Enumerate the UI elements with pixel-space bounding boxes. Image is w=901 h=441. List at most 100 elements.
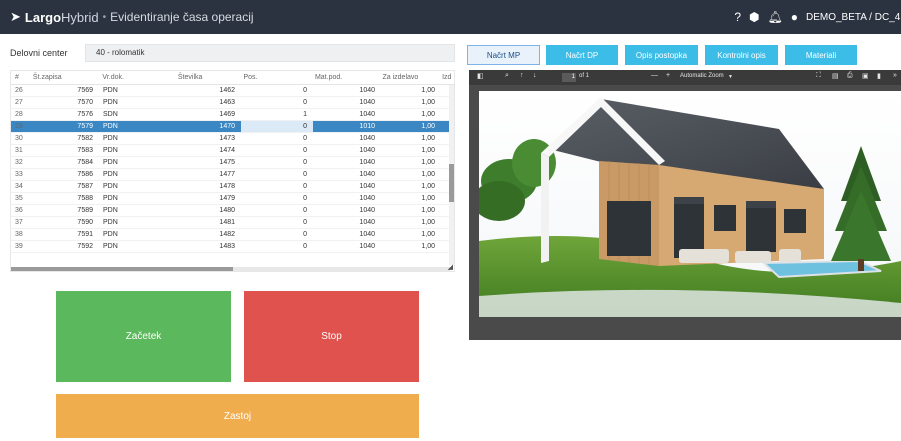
zoom-in-button[interactable]: +	[666, 72, 670, 79]
row-pos: 0	[303, 147, 307, 154]
row-num: 32	[15, 159, 23, 166]
user-name[interactable]: DEMO_BETA / DC_4	[806, 12, 901, 23]
tab-nacrt-mp[interactable]: Načrt MP	[467, 45, 540, 65]
row-vr-dok: PDN	[103, 87, 118, 94]
search-icon[interactable]: ⌕	[505, 72, 509, 80]
row-st-zapisa: 7587	[77, 183, 93, 190]
col-header-mat-pod[interactable]: Mat.pod.	[311, 71, 379, 84]
row-za-izdelavo: 1,00	[421, 207, 435, 214]
table-row[interactable]: 29 7579 PDN 1470 0 1010 1,00	[11, 121, 454, 133]
vertical-scrollbar[interactable]	[449, 85, 454, 265]
zoom-select[interactable]: Automatic Zoom	[680, 73, 724, 79]
table-row[interactable]: 39 7592 PDN 1483 0 1040 1,00	[11, 241, 454, 253]
row-stevilka: 1475	[219, 159, 235, 166]
previous-page-icon[interactable]: ↑	[520, 72, 524, 79]
tab-kontrolni-opis[interactable]: Kontrolni opis	[705, 45, 778, 65]
tab-opis-postopka[interactable]: Opis postopka	[625, 45, 698, 65]
brand-separator: •	[102, 11, 107, 23]
horizontal-scroll-thumb[interactable]	[11, 267, 233, 271]
row-num: 27	[15, 99, 23, 106]
row-num: 39	[15, 243, 23, 250]
table-row[interactable]: 37 7590 PDN 1481 0 1040 1,00	[11, 217, 454, 229]
table-row[interactable]: 28 7576 SDN 1469 1 1040 1,00	[11, 109, 454, 121]
tab-nacrt-dp[interactable]: Načrt DP	[546, 45, 618, 65]
row-pos: 0	[303, 195, 307, 202]
table-row[interactable]: 27 7570 PDN 1463 0 1040 1,00	[11, 97, 454, 109]
col-header-num[interactable]: #	[11, 71, 29, 84]
row-vr-dok: PDN	[103, 171, 118, 178]
next-page-icon[interactable]: ↓	[533, 72, 537, 79]
page-number-input[interactable]: 1	[562, 73, 576, 82]
bell-icon[interactable]: 🔔︎	[768, 10, 783, 24]
start-button[interactable]: Začetek	[56, 291, 231, 382]
row-num: 33	[15, 171, 23, 178]
table-row[interactable]: 35 7588 PDN 1479 0 1040 1,00	[11, 193, 454, 205]
row-stevilka: 1473	[219, 135, 235, 142]
save-icon[interactable]: ▣	[862, 72, 869, 80]
row-za-izdelavo: 1,00	[421, 195, 435, 202]
row-st-zapisa: 7569	[77, 87, 93, 94]
row-za-izdelavo: 1,00	[421, 99, 435, 106]
row-za-izdelavo: 1,00	[421, 135, 435, 142]
resize-handle-icon[interactable]: ◢	[448, 263, 453, 271]
fullscreen-icon[interactable]: ⛶	[816, 72, 821, 80]
open-file-icon[interactable]: ▤	[832, 72, 839, 80]
col-header-izd[interactable]: Izd	[438, 71, 454, 84]
row-st-zapisa: 7590	[77, 219, 93, 226]
box-icon[interactable]: ⬢	[749, 10, 759, 24]
page-title: Evidentiranje časa operacij	[110, 10, 254, 24]
more-tools-icon[interactable]: »	[893, 72, 897, 79]
table-row[interactable]: 36 7589 PDN 1480 0 1040 1,00	[11, 205, 454, 217]
house-image	[479, 91, 901, 317]
row-stevilka: 1463	[219, 99, 235, 106]
row-pos: 0	[303, 159, 307, 166]
row-mat-pod: 1040	[359, 99, 375, 106]
pdf-toolbar: ◧ ⌕ ↑ ↓ 1 of 1 — + Automatic Zoom ▼ ⛶ ▤ …	[469, 70, 901, 85]
row-pos: 0	[303, 243, 307, 250]
row-num: 26	[15, 87, 23, 94]
row-stevilka: 1470	[219, 123, 235, 130]
table-row[interactable]: 32 7584 PDN 1475 0 1040 1,00	[11, 157, 454, 169]
horizontal-scrollbar[interactable]	[11, 267, 450, 271]
row-mat-pod: 1040	[359, 159, 375, 166]
row-num: 35	[15, 195, 23, 202]
col-header-st-zapisa[interactable]: Št.zapisa	[29, 71, 99, 84]
user-icon[interactable]: ●	[791, 10, 798, 24]
table-row[interactable]: 31 7583 PDN 1474 0 1040 1,00	[11, 145, 454, 157]
print-icon[interactable]: ⎙	[847, 72, 853, 80]
row-vr-dok: PDN	[103, 183, 118, 190]
row-pos: 0	[303, 135, 307, 142]
row-st-zapisa: 7584	[77, 159, 93, 166]
row-mat-pod: 1040	[359, 207, 375, 214]
row-pos: 0	[303, 87, 307, 94]
bookmark-icon[interactable]: ▮	[877, 72, 881, 80]
sidebar-toggle-icon[interactable]: ◧	[477, 72, 484, 80]
work-center-select[interactable]: 40 - rolomatik	[85, 44, 455, 62]
brand[interactable]: ➤ Largo Hybrid • Evidentiranje časa oper…	[10, 9, 254, 25]
row-mat-pod: 1040	[359, 183, 375, 190]
question-icon[interactable]: ?	[734, 10, 741, 24]
idle-button[interactable]: Zastoj	[56, 394, 419, 438]
row-num: 31	[15, 147, 23, 154]
col-header-stevilka[interactable]: Številka	[174, 71, 240, 84]
table-row[interactable]: 26 7569 PDN 1462 0 1040 1,00	[11, 85, 454, 97]
row-pos: 0	[241, 121, 313, 132]
col-header-pos[interactable]: Pos.	[239, 71, 311, 84]
grid-header: # Št.zapisa Vr.dok. Številka Pos. Mat.po…	[11, 71, 454, 85]
row-vr-dok: PDN	[103, 135, 118, 142]
row-vr-dok: PDN	[103, 159, 118, 166]
col-header-za-izdelavo[interactable]: Za izdelavo	[378, 71, 438, 84]
chevron-down-icon[interactable]: ▼	[728, 74, 733, 80]
table-row[interactable]: 34 7587 PDN 1478 0 1040 1,00	[11, 181, 454, 193]
table-row[interactable]: 38 7591 PDN 1482 0 1040 1,00	[11, 229, 454, 241]
table-row[interactable]: 30 7582 PDN 1473 0 1040 1,00	[11, 133, 454, 145]
col-header-vr-dok[interactable]: Vr.dok.	[98, 71, 173, 84]
row-mat-pod: 1040	[359, 243, 375, 250]
zoom-out-button[interactable]: —	[651, 72, 658, 79]
row-pos: 0	[303, 171, 307, 178]
brand-name-bold: Largo	[24, 9, 62, 25]
tab-materiali[interactable]: Materiali	[785, 45, 857, 65]
vertical-scroll-thumb[interactable]	[449, 164, 454, 202]
stop-button[interactable]: Stop	[244, 291, 419, 382]
table-row[interactable]: 33 7586 PDN 1477 0 1040 1,00	[11, 169, 454, 181]
